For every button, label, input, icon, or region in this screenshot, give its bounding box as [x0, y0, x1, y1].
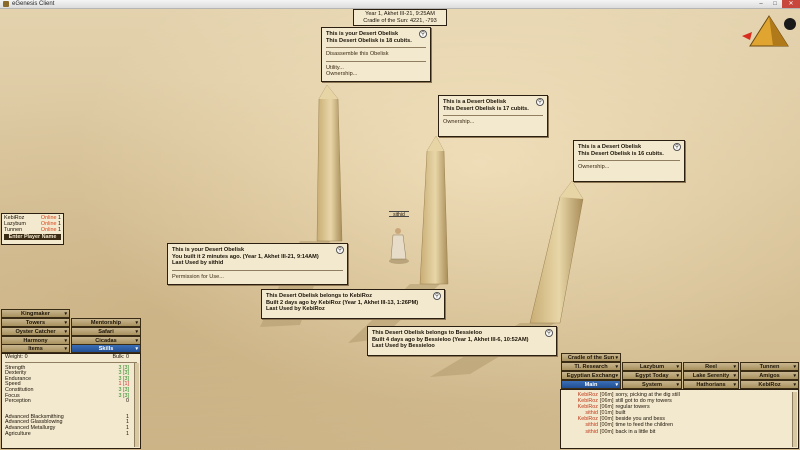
desert-obelisk-18[interactable] [316, 84, 343, 242]
popup-detail: Built 2 days ago by KebiRoz (Year 1, Akh… [266, 299, 419, 306]
tab-kingmaker[interactable]: Kingmaker ▾ [1, 309, 70, 318]
divider [172, 269, 343, 271]
permission-option[interactable]: Permission for Use... [172, 274, 343, 281]
tab-system[interactable]: System ▾ [622, 380, 682, 389]
tab-items[interactable]: Items ▾ [1, 344, 70, 353]
location-text: Cradle of the Sun: 4221, -793 [363, 17, 437, 24]
popup-detail: This Desert Obelisk is 16 cubits. [578, 150, 664, 157]
popup-title: This is a Desert Obelisk [578, 144, 642, 150]
skills-stats-panel: Weight: 0 Bulk: 0 Strength 3 [3] Dexterit… [1, 353, 141, 449]
chat-line: sithid [00m] back in a little bit [585, 428, 656, 435]
divider [326, 47, 426, 49]
player-count: 1 [58, 227, 61, 233]
tab-mentorship[interactable]: Mentorship ▾ [71, 318, 141, 327]
tab-main[interactable]: Main ▾ [561, 380, 621, 389]
chat-log[interactable]: KebiRoz [06m] sorry, picking at the dig st… [560, 389, 799, 449]
divider [578, 160, 680, 162]
player-nametag: sithid [389, 211, 409, 218]
minimize-button[interactable]: – [754, 0, 768, 8]
tab-tl-research[interactable]: Tl. Research ▾ [561, 362, 621, 371]
desert-obelisk-16[interactable] [529, 180, 584, 324]
popup-last-used: Last Used by sithid [172, 260, 224, 267]
popup-detail: Built 4 days ago by Bessieloo (Year 1, A… [372, 336, 529, 343]
skill-row[interactable]: Agriculture 1 [5, 431, 137, 438]
tab-lazybum[interactable]: Lazybum ▾ [622, 362, 682, 371]
maximize-button[interactable]: □ [768, 0, 782, 8]
tab-towers[interactable]: Towers ▾ [1, 318, 70, 327]
popup-title: This is a Desert Obelisk [443, 99, 507, 105]
player-character[interactable] [389, 228, 409, 264]
popup-last-used: Last Used by Bessieloo [372, 343, 435, 350]
window-title: eGenesis Client [12, 1, 55, 7]
ownership-option[interactable]: Ownership... [578, 164, 680, 171]
enter-player-name-button[interactable]: Enter Player Name [4, 234, 61, 240]
obelisk-info-popup: ⚲ This Desert Obelisk belongs to Bessiel… [367, 326, 557, 356]
player-status: Online [40, 227, 57, 233]
pin-icon[interactable]: ⚲ [336, 246, 344, 254]
tab-egyptian-exchange[interactable]: Egyptian Exchang ▾ [561, 371, 621, 380]
weight-label: Weight: 0 [5, 354, 28, 360]
player-row[interactable]: Tunnen Online 1 [4, 227, 61, 233]
obelisk-info-popup: ⚲ This is your Desert Obelisk You built … [167, 243, 348, 285]
pin-icon[interactable]: ⚲ [536, 98, 544, 106]
pin-icon[interactable]: ⚲ [419, 30, 427, 38]
bulk-label: Bulk: 0 [112, 354, 129, 360]
weight-bulk-header: Weight: 0 Bulk: 0 [5, 354, 137, 363]
date-location-box: Year 1, Akhet III-21, 9:25AM Cradle of t… [353, 9, 447, 26]
tab-egypt-today[interactable]: Egypt Today ▾ [622, 371, 682, 380]
obelisk-info-popup: ⚲ This is a Desert Obelisk This Desert O… [438, 95, 548, 137]
tab-hathorians[interactable]: Hathorians ▾ [683, 380, 739, 389]
utility-option[interactable]: Utility... [326, 65, 426, 72]
pin-icon[interactable]: ⚲ [673, 143, 681, 151]
player-name: Tunnen [4, 227, 23, 233]
desert-obelisk-17[interactable] [419, 135, 449, 285]
popup-title: This is your Desert Obelisk [326, 31, 399, 37]
obelisk-info-popup: ⚲ This is your Desert Obelisk This Deser… [321, 27, 431, 82]
popup-title: This Desert Obelisk belongs to KebiRoz [266, 293, 372, 299]
obelisk-info-popup: ⚲ This Desert Obelisk belongs to KebiRoz… [261, 289, 445, 319]
tab-tunnen[interactable]: Tunnen ▾ [740, 362, 799, 371]
popup-last-used: Last Used by KebiRoz [266, 306, 325, 313]
tab-safari[interactable]: Safari ▾ [71, 327, 141, 336]
divider [443, 115, 543, 117]
window-titlebar: eGenesis Client – □ ✕ [0, 0, 800, 9]
chat-scrollbar[interactable] [792, 392, 797, 447]
disassemble-option[interactable]: Disassemble this Obelisk [326, 51, 426, 58]
popup-detail: You built it 2 minutes ago. (Year 1, Akh… [172, 253, 319, 260]
date-text: Year 1, Akhet III-21, 9:25AM [365, 11, 435, 17]
tab-kebiroz[interactable]: KebiRoz ▾ [740, 380, 799, 389]
obelisk-info-popup: ⚲ This is a Desert Obelisk This Desert O… [573, 140, 685, 182]
pin-icon[interactable]: ⚲ [433, 292, 441, 300]
popup-title: This Desert Obelisk belongs to Bessieloo [372, 330, 483, 336]
ownership-option[interactable]: Ownership... [443, 119, 543, 126]
pyramid-logo-icon[interactable] [740, 14, 798, 48]
tab-reel[interactable]: Reel ▾ [683, 362, 739, 371]
close-button[interactable]: ✕ [782, 0, 800, 8]
divider [326, 60, 426, 62]
app-icon [3, 1, 9, 7]
popup-title: This is your Desert Obelisk [172, 247, 245, 253]
player-tracking-panel: KebiRoz Online 1 Lazybum Online 1 Tunnen… [1, 213, 64, 245]
ownership-option[interactable]: Ownership... [326, 71, 426, 78]
tab-oyster-catcher[interactable]: Oyster Catcher ▾ [1, 327, 70, 336]
tab-cradle-of-the-sun[interactable]: Cradle of the Sun ▾ [561, 353, 621, 362]
popup-detail: This Desert Obelisk is 17 cubits. [443, 105, 529, 112]
stats-scrollbar[interactable] [134, 363, 139, 447]
tab-amigos[interactable]: Amigos ▾ [740, 371, 799, 380]
pin-icon[interactable]: ⚲ [545, 329, 553, 337]
tab-lake-serenity[interactable]: Lake Serenity ▾ [683, 371, 739, 380]
tab-skills[interactable]: Skills ▾ [71, 344, 141, 353]
popup-detail: This Desert Obelisk is 18 cubits. [326, 37, 412, 44]
